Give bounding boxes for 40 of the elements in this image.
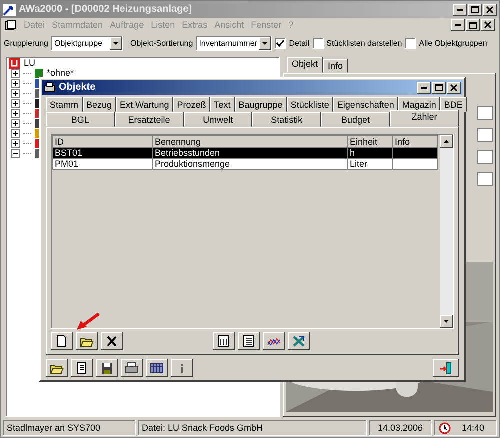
grouping-dropdown[interactable]: Objektgruppe <box>51 36 124 50</box>
table-cell: Produktionsmenge <box>152 158 348 170</box>
tab[interactable]: Ersatzteile <box>114 112 184 127</box>
tab[interactable]: BDE <box>440 97 467 112</box>
status-time: 14:40 <box>462 423 485 433</box>
tab[interactable]: Text <box>210 97 235 112</box>
table-cell: Betriebsstunden <box>152 148 348 158</box>
tab[interactable]: Baugruppe <box>234 97 287 112</box>
sort-label: Objekt-Sortierung <box>130 38 194 48</box>
table-cell: PM01 <box>52 158 152 170</box>
column-header[interactable]: Benennung <box>152 136 348 148</box>
tab[interactable]: Bezug <box>82 97 116 112</box>
checkbox-label: Stücklisten darstellen <box>326 38 402 48</box>
tree-item[interactable]: LU <box>24 58 36 68</box>
tab[interactable]: BGL <box>46 112 115 127</box>
tab[interactable]: Prozeß <box>173 97 210 112</box>
tab[interactable]: Stückliste <box>286 97 334 112</box>
status-date: 14.03.2006 <box>369 420 432 436</box>
status-text: Datei: LU Snack Foods GmbH <box>138 420 367 436</box>
table-cell: BST01 <box>52 148 152 158</box>
tree-item[interactable]: *ohne* <box>47 68 74 78</box>
tab[interactable]: Eigenschaften <box>333 97 398 112</box>
tab[interactable]: Budget <box>321 112 390 127</box>
column-header[interactable]: Info <box>392 136 438 148</box>
tab[interactable]: Info <box>323 59 348 73</box>
column-header[interactable]: Einheit <box>348 136 392 148</box>
column-header[interactable]: ID <box>52 136 152 148</box>
tab[interactable]: Stamm <box>46 97 83 112</box>
sort-dropdown[interactable]: Inventarnummer <box>196 36 272 50</box>
tab[interactable]: Statistik <box>252 112 322 127</box>
status-text: Stadlmayer an SYS700 <box>3 420 136 436</box>
tab[interactable]: Zähler <box>390 110 459 127</box>
tab[interactable]: Ext.Wartung <box>116 97 174 112</box>
dialog-title: Objekte <box>59 82 97 93</box>
tab[interactable]: Umwelt <box>184 112 252 127</box>
checkbox-label: Detail <box>289 38 310 48</box>
grouping-label: Gruppierung <box>4 38 48 48</box>
window-title: AWa2000 - [D00002 Heizungsanlage] <box>19 4 194 15</box>
checkbox-label: Alle Objektgruppen <box>419 38 488 48</box>
tab[interactable]: Objekt <box>287 57 324 73</box>
